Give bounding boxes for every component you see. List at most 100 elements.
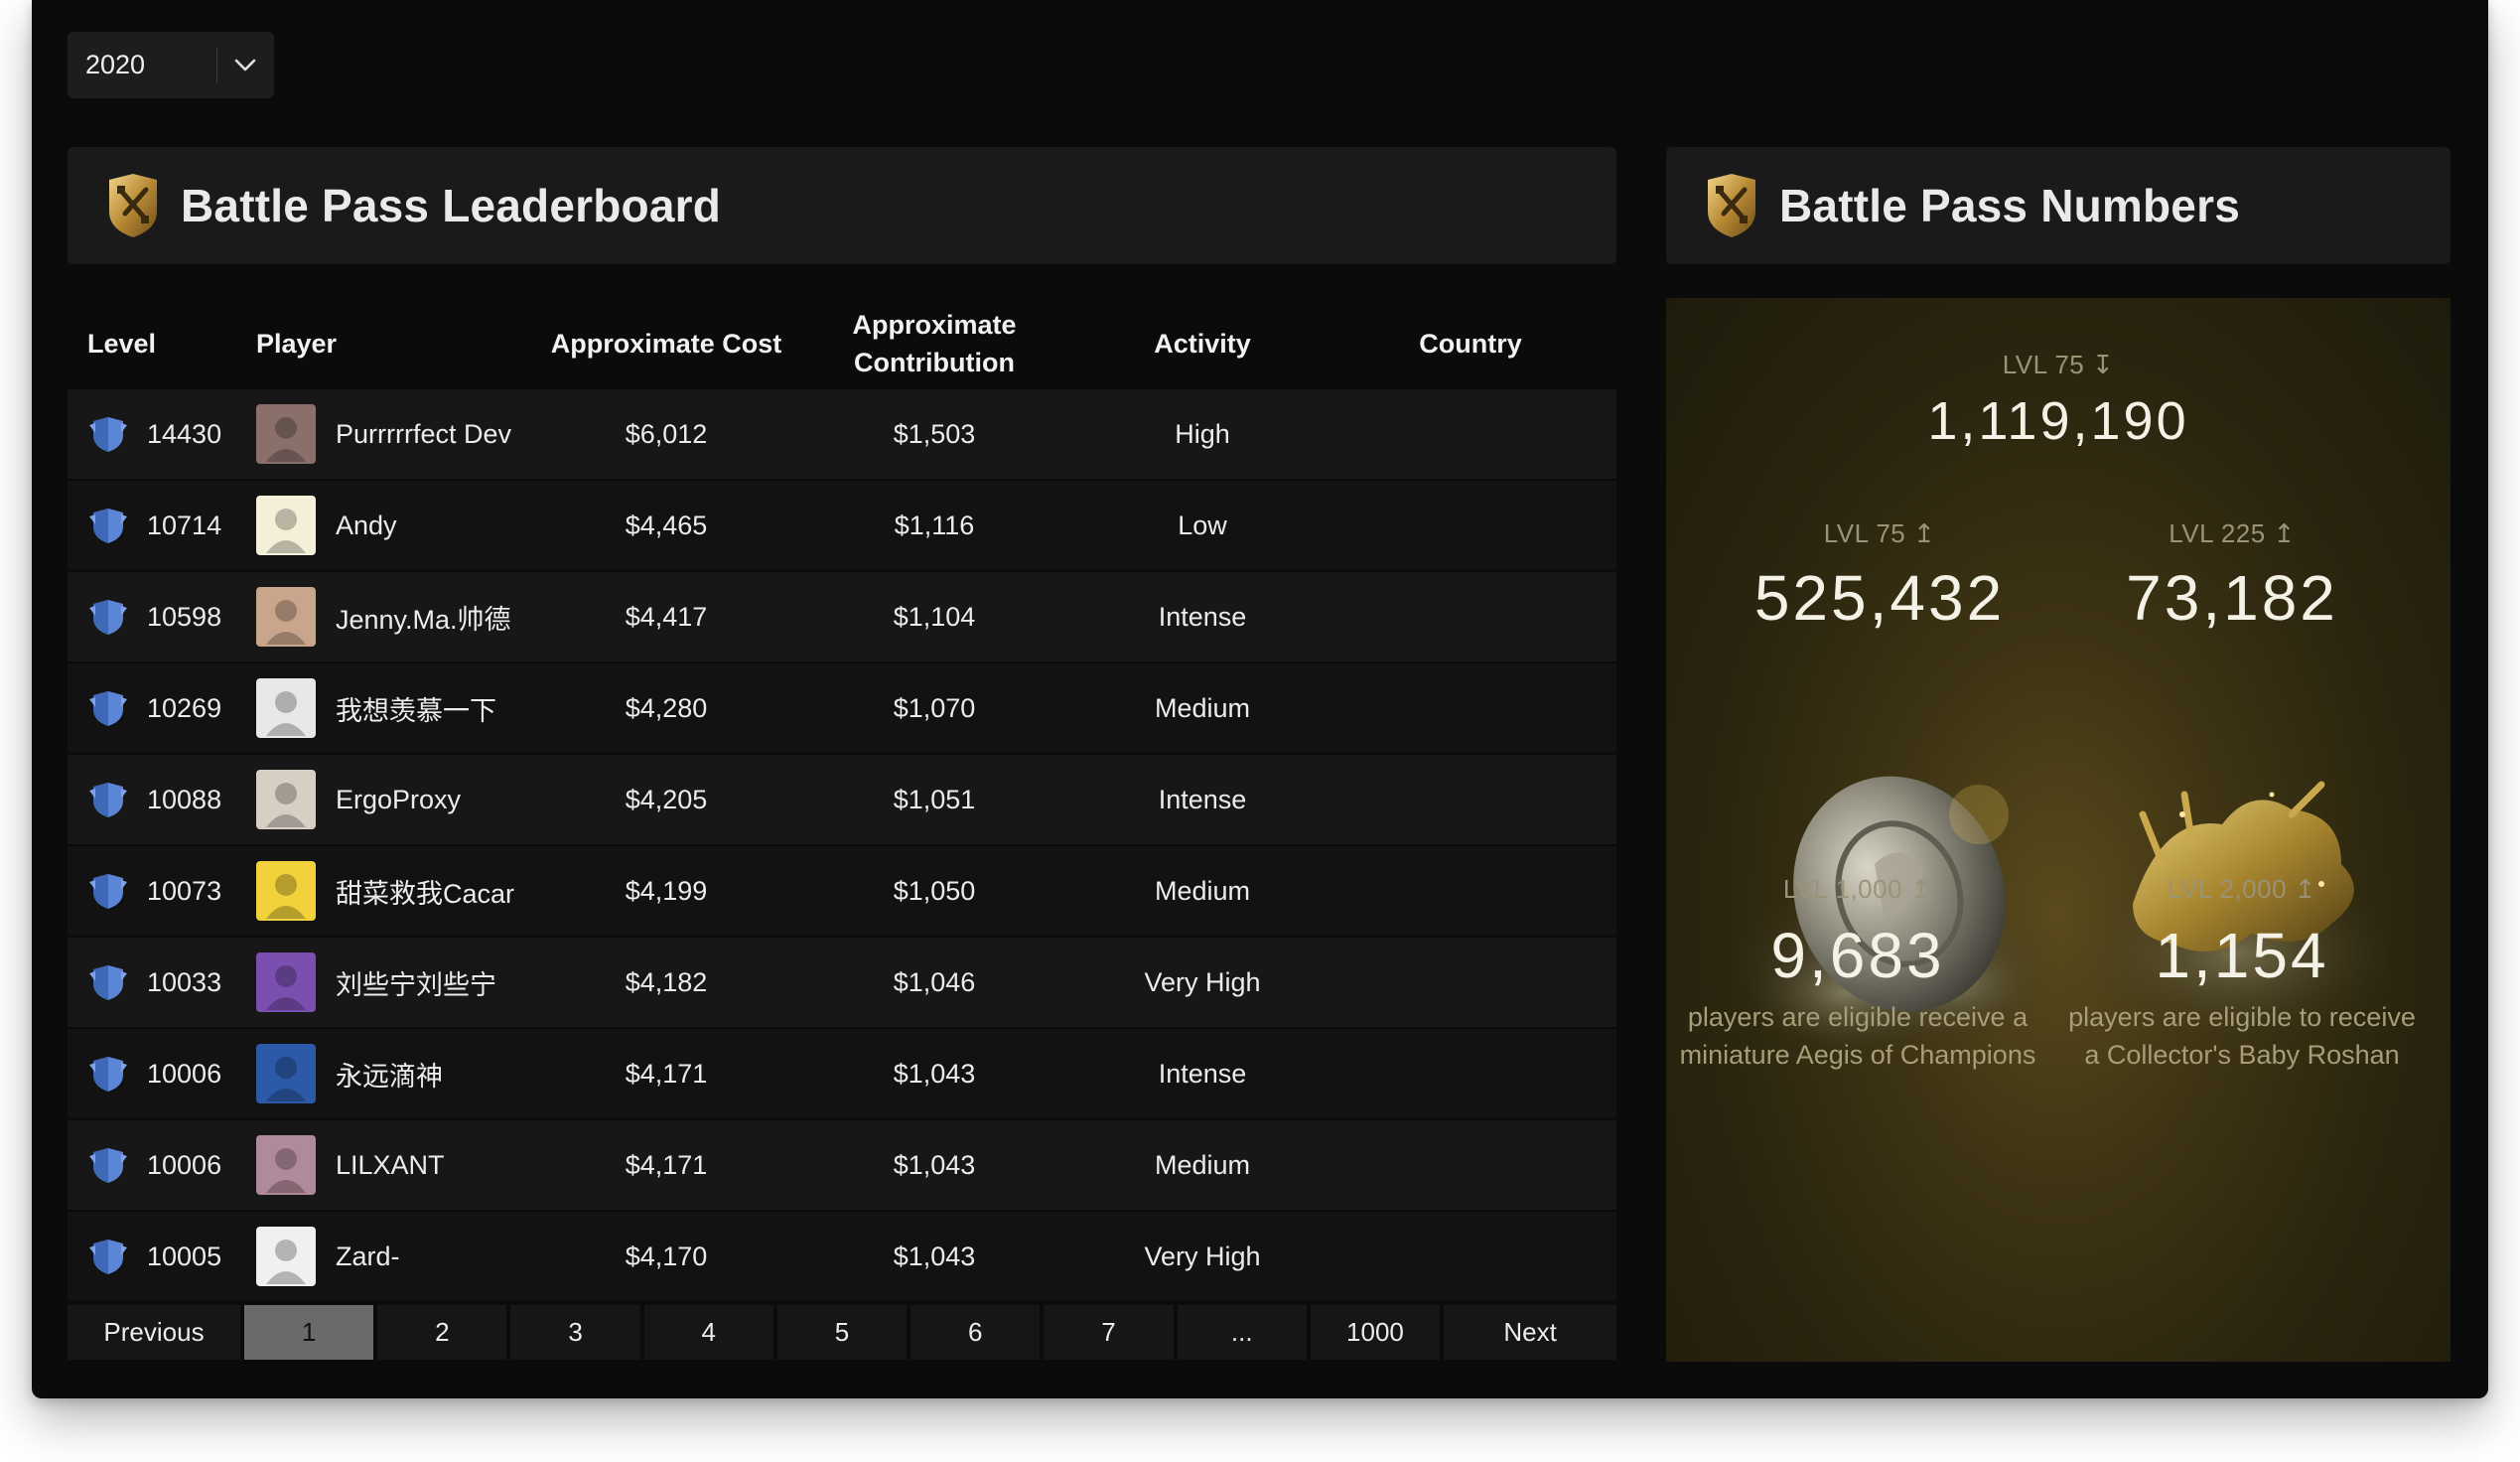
cell-player[interactable]: Purrrrrfect Dev: [256, 404, 532, 464]
col-header-country[interactable]: Country: [1336, 325, 1605, 363]
next-button[interactable]: Next: [1444, 1305, 1617, 1360]
table-row[interactable]: 10714 Andy $4,465 $1,116 Low: [68, 481, 1616, 572]
previous-button[interactable]: Previous: [68, 1305, 240, 1360]
cell-cost: $4,182: [625, 966, 708, 997]
table-row[interactable]: 10006 LILXANT $4,171 $1,043 Medium: [68, 1120, 1616, 1212]
stat-above-2000-desc-line2: a Collector's Baby Roshan: [2084, 1040, 2400, 1070]
cell-level: 10033: [68, 961, 256, 1003]
cell-player[interactable]: Zard-: [256, 1227, 532, 1286]
cell-activity: Low: [1178, 510, 1227, 540]
player-name[interactable]: ErgoProxy: [336, 785, 514, 815]
table-row[interactable]: 10598 Jenny.Ma.帅德 $4,417 $1,104 Intense: [68, 572, 1616, 663]
table-row[interactable]: 14430 Purrrrrfect Dev $6,012 $1,503 High: [68, 389, 1616, 481]
cell-activity: Medium: [1154, 1149, 1251, 1180]
page-button-7[interactable]: 7: [1044, 1305, 1174, 1360]
page-button-5[interactable]: 5: [776, 1305, 908, 1360]
stat-above-1000: LVL 1,000 ↥ 9,683 players are eligible r…: [1674, 874, 2041, 1074]
level-value: 14430: [147, 418, 222, 449]
stat-above-2000-description: players are eligible to receive a Collec…: [2055, 998, 2429, 1074]
avatar: [256, 861, 316, 921]
page-button-1[interactable]: 1: [243, 1305, 374, 1360]
stat-below-75: LVL 75 ↧ 1,119,190: [1666, 350, 2450, 452]
player-name[interactable]: 甜菜救我Cacar: [336, 872, 514, 911]
table-row[interactable]: 10269 我想羡慕一下 $4,280 $1,070 Medium: [68, 663, 1616, 755]
col-header-activity[interactable]: Activity: [1068, 325, 1336, 363]
cell-activity: Medium: [1154, 875, 1251, 906]
stat-above-75-label: LVL 75 ↥: [1823, 518, 1936, 548]
cell-player[interactable]: Andy: [256, 496, 532, 555]
app-window: 2020 Battle Pass Leaderboard Battle Pass…: [32, 0, 2488, 1398]
cell-contribution: $1,050: [893, 875, 976, 906]
table-header-row: Level Player Approximate Cost Approximat…: [68, 298, 1616, 389]
cell-contribution: $1,051: [893, 784, 976, 814]
level-value: 10598: [147, 601, 222, 632]
level-value: 10006: [147, 1058, 222, 1089]
cell-cost: $4,170: [625, 1241, 708, 1271]
numbers-header: Battle Pass Numbers: [1666, 147, 2450, 264]
player-name[interactable]: 我想羡慕一下: [336, 689, 514, 728]
avatar: [256, 587, 316, 647]
player-name[interactable]: Zard-: [336, 1242, 514, 1272]
cell-cost: $4,465: [625, 510, 708, 540]
numbers-title: Battle Pass Numbers: [1779, 180, 2240, 231]
level-value: 10714: [147, 510, 222, 540]
table-row[interactable]: 10033 刘些宁刘些宁 $4,182 $1,046 Very High: [68, 938, 1616, 1029]
page-button-3[interactable]: 3: [510, 1305, 640, 1360]
cell-level: 10088: [68, 779, 256, 820]
player-name[interactable]: LILXANT: [336, 1150, 514, 1181]
stat-above-2000-desc-line1: players are eligible to receive: [2068, 1002, 2416, 1032]
cell-player[interactable]: LILXANT: [256, 1135, 532, 1195]
cell-player[interactable]: Jenny.Ma.帅德: [256, 587, 532, 647]
cell-player[interactable]: 永远滴神: [256, 1044, 532, 1103]
cell-player[interactable]: 甜菜救我Cacar: [256, 861, 532, 921]
cell-contribution: $1,043: [893, 1149, 976, 1180]
col-header-player[interactable]: Player: [256, 325, 532, 363]
table-row[interactable]: 10005 Zard- $4,170 $1,043 Very High: [68, 1212, 1616, 1303]
player-name[interactable]: Purrrrrfect Dev: [336, 419, 514, 450]
player-name[interactable]: Andy: [336, 511, 514, 541]
table-row[interactable]: 10088 ErgoProxy $4,205 $1,051 Intense: [68, 755, 1616, 846]
cell-activity: Medium: [1154, 692, 1251, 723]
player-name[interactable]: 刘些宁刘些宁: [336, 963, 514, 1002]
cell-player[interactable]: 我想羡慕一下: [256, 678, 532, 738]
level-badge-icon: [87, 961, 129, 1003]
stat-above-1000-description: players are eligible receive a miniature…: [1674, 998, 2041, 1074]
cell-contribution: $1,116: [894, 510, 975, 540]
numbers-panel: LVL 75 ↧ 1,119,190 LVL 75 ↥ 525,432 LVL …: [1666, 298, 2450, 1362]
table-body: 14430 Purrrrrfect Dev $6,012 $1,503 High 1071…: [68, 389, 1616, 1303]
cell-contribution: $1,104: [893, 601, 976, 632]
page-button-4[interactable]: 4: [643, 1305, 773, 1360]
leaderboard-table: Level Player Approximate Cost Approximat…: [68, 298, 1616, 1303]
level-badge-icon: [87, 1236, 129, 1277]
cell-level: 10073: [68, 870, 256, 912]
avatar: [256, 1135, 316, 1195]
table-row[interactable]: 10073 甜菜救我Cacar $4,199 $1,050 Medium: [68, 846, 1616, 938]
level-badge-icon: [87, 413, 129, 455]
battle-pass-logo-icon: [109, 174, 157, 237]
cell-activity: Intense: [1158, 784, 1247, 814]
stat-above-75-value: 525,432: [1753, 562, 2006, 634]
col-header-level[interactable]: Level: [68, 325, 256, 363]
chevron-down-icon[interactable]: [217, 59, 273, 73]
level-value: 10033: [147, 966, 222, 997]
leaderboard-header: Battle Pass Leaderboard: [68, 147, 1616, 264]
page-button-1000[interactable]: 1000: [1310, 1305, 1441, 1360]
cell-contribution: $1,043: [893, 1241, 976, 1271]
col-header-contribution[interactable]: Approximate Contribution: [800, 306, 1068, 381]
year-select[interactable]: 2020: [68, 32, 274, 98]
col-header-cost[interactable]: Approximate Cost: [532, 325, 800, 363]
year-select-value: 2020: [85, 50, 146, 79]
player-name[interactable]: Jenny.Ma.帅德: [336, 598, 514, 637]
player-name[interactable]: 永远滴神: [336, 1055, 514, 1094]
stat-above-1000-desc-line2: miniature Aegis of Champions: [1679, 1040, 2036, 1070]
cell-player[interactable]: ErgoProxy: [256, 770, 532, 829]
avatar: [256, 770, 316, 829]
page-button-6[interactable]: 6: [910, 1305, 1041, 1360]
col-header-contribution-line2: Contribution: [854, 348, 1015, 377]
cell-level: 10598: [68, 596, 256, 638]
level-badge-icon: [87, 779, 129, 820]
cell-activity: Intense: [1158, 601, 1247, 632]
cell-player[interactable]: 刘些宁刘些宁: [256, 952, 532, 1012]
table-row[interactable]: 10006 永远滴神 $4,171 $1,043 Intense: [68, 1029, 1616, 1120]
page-button-2[interactable]: 2: [377, 1305, 507, 1360]
